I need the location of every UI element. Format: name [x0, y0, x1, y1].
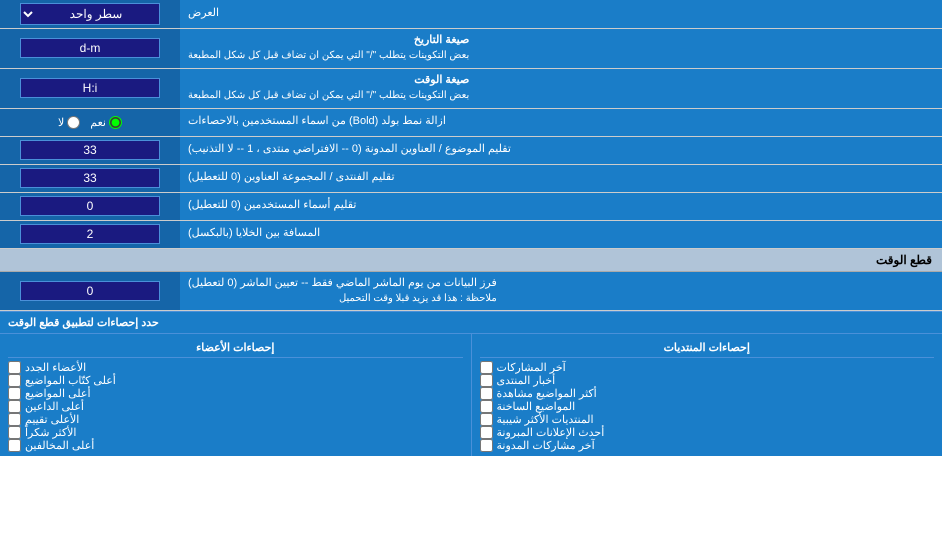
- apply-label: حدد إحصاءات لتطبيق قطع الوقت: [8, 316, 159, 329]
- cb-top-posters[interactable]: أعلى كتّاب المواضيع: [8, 374, 463, 387]
- time-format-input[interactable]: [20, 78, 160, 98]
- cb-hot-topics[interactable]: المواضيع الساخنة: [480, 400, 935, 413]
- cutoff-input-cell: [0, 272, 180, 311]
- cutoff-input[interactable]: [20, 281, 160, 301]
- cb-most-viewed[interactable]: أكثر المواضيع مشاهدة: [480, 387, 935, 400]
- forum-label: تقليم الفنتدى / المجموعة العناوين (0 للت…: [180, 165, 942, 192]
- gap-input[interactable]: [20, 224, 160, 244]
- cb-latest-announcements[interactable]: أحدث الإعلانات المبرونة: [480, 426, 935, 439]
- bold-no-radio[interactable]: [67, 116, 80, 129]
- bold-row: ازالة نمط بولد (Bold) من اسماء المستخدمي…: [0, 109, 942, 137]
- time-format-input-cell: [0, 69, 180, 108]
- date-format-row: صيغة التاريخ بعض التكوينات يتطلب "/" الت…: [0, 29, 942, 69]
- cutoff-label: فرز البيانات من يوم الماشر الماضي فقط --…: [180, 272, 942, 311]
- gap-label: المسافة بين الخلايا (بالبكسل): [180, 221, 942, 248]
- cb-forum-news[interactable]: أخبار المنتدى: [480, 374, 935, 387]
- display-label: العرض: [180, 0, 942, 28]
- date-format-label: صيغة التاريخ بعض التكوينات يتطلب "/" الت…: [180, 29, 942, 68]
- display-input-cell: سطر واحد سطران ثلاثة أسطر: [0, 0, 180, 28]
- cb-top-violators[interactable]: أعلى المخالفين: [8, 439, 463, 452]
- display-row: العرض سطر واحد سطران ثلاثة أسطر: [0, 0, 942, 29]
- cb-top-rated[interactable]: الأعلى تقييم: [8, 413, 463, 426]
- cb-blog-posts[interactable]: آخر مشاركات المدونة: [480, 439, 935, 452]
- cb-most-thanked[interactable]: الأكثر شكراً: [8, 426, 463, 439]
- cb-top-donors[interactable]: أعلى الداعين: [8, 400, 463, 413]
- titles-row: تقليم الموضوع / العناوين المدونة (0 -- ا…: [0, 137, 942, 165]
- usernames-input-cell: [0, 193, 180, 220]
- bold-yes-radio[interactable]: [109, 116, 122, 129]
- cutoff-row: فرز البيانات من يوم الماشر الماضي فقط --…: [0, 272, 942, 312]
- cb-most-popular[interactable]: المنتديات الأكثر شيبية: [480, 413, 935, 426]
- usernames-row: تقليم أسماء المستخدمين (0 للتعطيل): [0, 193, 942, 221]
- forum-stats-col: إحصاءات المنتديات آخر المشاركات أخبار ال…: [471, 334, 942, 456]
- time-format-label: صيغة الوقت بعض التكوينات يتطلب "/" التي …: [180, 69, 942, 108]
- member-stats-col: إحصاءات الأعضاء الأعضاء الجدد أعلى كتّاب…: [0, 334, 471, 456]
- titles-input-cell: [0, 137, 180, 164]
- date-format-input-cell: [0, 29, 180, 68]
- cb-new-members[interactable]: الأعضاء الجدد: [8, 361, 463, 374]
- cutoff-section-header: قطع الوقت: [0, 249, 942, 272]
- bold-yes-label[interactable]: نعم: [90, 116, 122, 129]
- bold-label: ازالة نمط بولد (Bold) من اسماء المستخدمي…: [180, 109, 942, 136]
- cb-top-topics[interactable]: أعلى المواضيع: [8, 387, 463, 400]
- usernames-input[interactable]: [20, 196, 160, 216]
- bold-radio-cell: نعم لا: [0, 109, 180, 136]
- titles-input[interactable]: [20, 140, 160, 160]
- gap-input-cell: [0, 221, 180, 248]
- forum-stats-header: إحصاءات المنتديات: [480, 338, 935, 358]
- time-format-row: صيغة الوقت بعض التكوينات يتطلب "/" التي …: [0, 69, 942, 109]
- checkboxes-container: إحصاءات المنتديات آخر المشاركات أخبار ال…: [0, 334, 942, 456]
- member-stats-header: إحصاءات الأعضاء: [8, 338, 463, 358]
- forum-input-cell: [0, 165, 180, 192]
- cb-last-posts[interactable]: آخر المشاركات: [480, 361, 935, 374]
- gap-row: المسافة بين الخلايا (بالبكسل): [0, 221, 942, 249]
- forum-row: تقليم الفنتدى / المجموعة العناوين (0 للت…: [0, 165, 942, 193]
- date-format-input[interactable]: [20, 38, 160, 58]
- display-select[interactable]: سطر واحد سطران ثلاثة أسطر: [20, 3, 160, 25]
- forum-input[interactable]: [20, 168, 160, 188]
- bold-no-label[interactable]: لا: [58, 116, 80, 129]
- usernames-label: تقليم أسماء المستخدمين (0 للتعطيل): [180, 193, 942, 220]
- titles-label: تقليم الموضوع / العناوين المدونة (0 -- ا…: [180, 137, 942, 164]
